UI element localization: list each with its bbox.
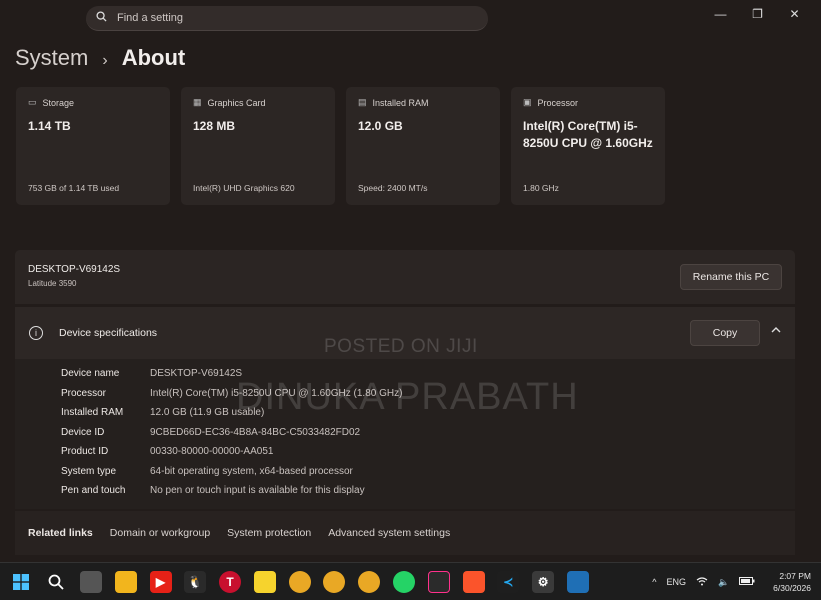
advanced-system-settings-link[interactable]: Advanced system settings — [328, 527, 450, 539]
domain-or-workgroup-link[interactable]: Domain or workgroup — [110, 527, 210, 539]
device-specifications-title: Device specifications — [59, 327, 158, 339]
wifi-icon[interactable] — [696, 576, 708, 588]
spec-row: Installed RAM 12.0 GB (11.9 GB usable) — [61, 407, 264, 418]
battery-icon[interactable] — [739, 577, 755, 587]
search-input[interactable]: Find a setting — [86, 6, 488, 31]
chrome-icon[interactable] — [323, 570, 346, 593]
task-view-icon[interactable] — [79, 570, 102, 593]
card-value: Intel(R) Core(TM) i5-8250U CPU @ 1.60GHz — [523, 119, 653, 150]
ram-card[interactable]: ▤ Installed RAM 12.0 GB Speed: 2400 MT/s — [346, 87, 500, 205]
spec-row: Device name DESKTOP-V69142S — [61, 368, 242, 379]
page-title: About — [121, 45, 186, 70]
spec-value: 64-bit operating system, x64-based proce… — [150, 466, 353, 477]
card-sub: Intel(R) UHD Graphics 620 — [193, 183, 295, 193]
spec-key: Product ID — [61, 446, 109, 457]
card-title: Storage — [42, 97, 75, 108]
jetbrains-icon[interactable] — [427, 570, 450, 593]
search-icon — [96, 11, 107, 25]
sticky-notes-icon[interactable] — [253, 570, 276, 593]
pc-name-section: DESKTOP-V69142S Latitude 3590 Rename thi… — [15, 250, 795, 304]
close-button[interactable]: ✕ — [776, 4, 813, 24]
spec-row: Pen and touch No pen or touch input is a… — [61, 485, 365, 496]
card-sub: 753 GB of 1.14 TB used — [28, 183, 120, 193]
spec-value: No pen or touch input is available for t… — [150, 485, 365, 496]
card-value: 12.0 GB — [358, 119, 403, 133]
spec-row: Device ID 9CBED66D-EC36-4B8A-84BC-C50334… — [61, 427, 360, 438]
volume-icon[interactable]: 🔈 — [718, 577, 729, 588]
watermark-name: DINUKA PRABATH — [236, 376, 579, 418]
pc-name: DESKTOP-V69142S — [28, 264, 121, 275]
chevron-up-icon[interactable] — [771, 325, 781, 336]
settings-icon[interactable]: ⚙ — [532, 570, 555, 593]
file-explorer-icon[interactable] — [114, 570, 137, 593]
copy-button[interactable]: Copy — [690, 320, 760, 346]
breadcrumb-separator: › — [102, 52, 108, 69]
spec-key: Pen and touch — [61, 485, 126, 496]
spec-value: DESKTOP-V69142S — [150, 368, 243, 379]
card-value: 1.14 TB — [28, 119, 71, 133]
language-indicator[interactable]: ENG — [666, 577, 686, 587]
youtube-icon[interactable]: ▶ — [149, 570, 172, 593]
card-title: Processor — [537, 97, 579, 108]
spec-value: 00330-80000-00000-AA051 — [150, 446, 274, 457]
card-value: 128 MB — [193, 119, 236, 133]
brave-icon[interactable] — [462, 570, 485, 593]
minimize-button[interactable]: — — [702, 4, 739, 24]
whatsapp-icon[interactable] — [392, 570, 415, 593]
chrome-icon[interactable] — [288, 570, 311, 593]
linux-icon[interactable]: 🐧 — [184, 570, 207, 593]
pc-model: Latitude 3590 — [28, 279, 77, 288]
windows-start-icon[interactable] — [10, 571, 32, 593]
breadcrumb-system[interactable]: System — [15, 45, 88, 71]
related-links-label: Related links — [28, 527, 93, 539]
t-app-icon[interactable]: T — [219, 570, 242, 593]
clock-time: 2:07 PM — [779, 571, 811, 581]
search-placeholder: Find a setting — [117, 12, 184, 24]
storage-icon: ▭ — [28, 97, 37, 107]
graphics-card-card[interactable]: ▦ Graphics Card 128 MB Intel(R) UHD Grap… — [181, 87, 335, 205]
app-icon[interactable] — [566, 570, 589, 593]
storage-card[interactable]: ▭ Storage 1.14 TB 753 GB of 1.14 TB used — [16, 87, 170, 205]
spec-value: 9CBED66D-EC36-4B8A-84BC-C5033482FD02 — [150, 427, 361, 438]
spec-key: Device name — [61, 368, 120, 379]
spec-key: Installed RAM — [61, 407, 124, 418]
chrome-icon[interactable] — [358, 570, 381, 593]
clock-date: 6/30/2026 — [773, 583, 811, 593]
taskbar: ▶ 🐧 T ≺ ⚙ ^ ENG 🔈 2:07 PM 6/30/2026 — [0, 562, 821, 600]
vscode-icon[interactable]: ≺ — [497, 570, 520, 593]
card-title: Graphics Card — [207, 97, 266, 108]
card-title: Installed RAM — [372, 97, 429, 108]
chevron-up-icon[interactable]: ^ — [652, 577, 656, 587]
spec-key: Device ID — [61, 427, 105, 438]
rename-pc-button[interactable]: Rename this PC — [680, 264, 782, 290]
ram-icon: ▤ — [358, 97, 367, 107]
window-controls: — ❐ ✕ — [702, 4, 813, 24]
spec-key: System type — [61, 466, 117, 477]
spec-row: System type 64-bit operating system, x64… — [61, 466, 353, 477]
clock[interactable]: 2:07 PM 6/30/2026 — [773, 570, 811, 594]
breadcrumb: System › About — [15, 45, 185, 71]
info-icon: i — [29, 326, 43, 340]
spec-key: Processor — [61, 388, 107, 399]
maximize-button[interactable]: ❐ — [739, 4, 776, 24]
spec-row: Product ID 00330-80000-00000-AA051 — [61, 446, 273, 457]
search-icon[interactable] — [45, 571, 67, 593]
graphics-card-icon: ▦ — [193, 97, 202, 107]
watermark-posted-on: POSTED ON JIJI — [324, 336, 478, 357]
card-sub: 1.80 GHz — [523, 183, 559, 193]
system-protection-link[interactable]: System protection — [227, 527, 311, 539]
related-links: Related links Domain or workgroup System… — [15, 511, 795, 555]
processor-icon: ▣ — [523, 97, 532, 107]
system-tray: ^ ENG 🔈 2:07 PM 6/30/2026 — [642, 563, 811, 600]
processor-card[interactable]: ▣ Processor Intel(R) Core(TM) i5-8250U C… — [511, 87, 665, 205]
card-sub: Speed: 2400 MT/s — [358, 183, 428, 193]
spec-cards: ▭ Storage 1.14 TB 753 GB of 1.14 TB used… — [16, 87, 665, 205]
